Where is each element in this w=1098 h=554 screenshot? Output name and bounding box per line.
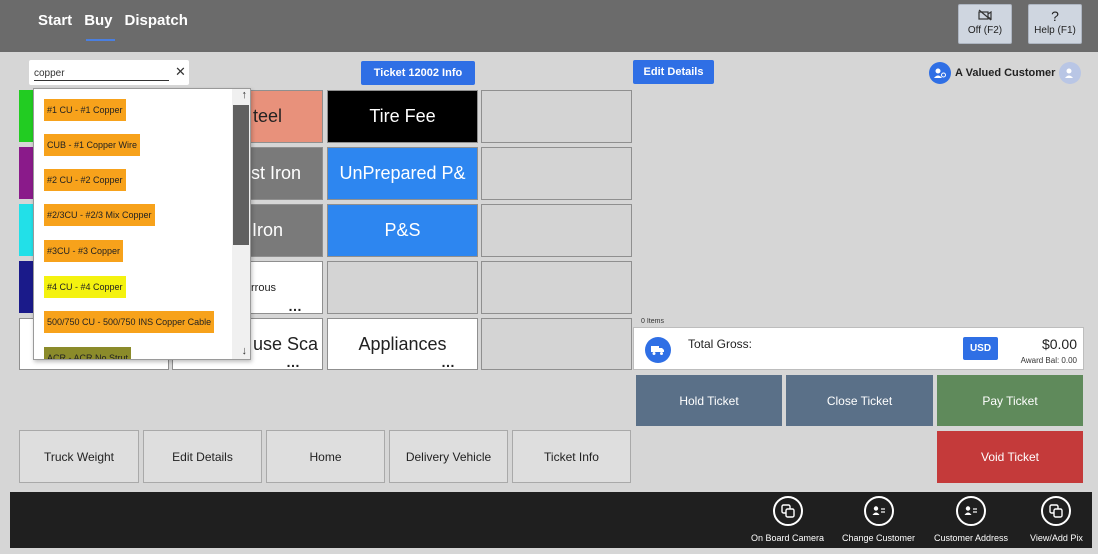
delivery-vehicle-button[interactable]: Delivery Vehicle	[389, 430, 508, 483]
tab-dispatch[interactable]: Dispatch	[125, 12, 188, 37]
change-customer-label: Change Customer	[842, 533, 916, 543]
ticket-info-button[interactable]: Ticket 12002 Info	[361, 61, 475, 85]
tile-appliances[interactable]: Appliances…	[327, 318, 478, 370]
tile-empty-6[interactable]	[481, 318, 632, 370]
tile-empty-4[interactable]	[327, 261, 478, 314]
pay-ticket-button[interactable]: Pay Ticket	[937, 375, 1083, 426]
product-search: ✕	[29, 60, 189, 85]
tile-empty-1[interactable]	[481, 90, 632, 143]
customer-address-button[interactable]: Customer Address	[934, 496, 1008, 543]
void-ticket-button[interactable]: Void Ticket	[937, 431, 1083, 483]
total-amount: $0.00	[1041, 336, 1077, 352]
tile-empty-5[interactable]	[481, 261, 632, 314]
edit-details-button[interactable]: Edit Details	[143, 430, 262, 483]
off-button-label: Off (F2)	[967, 25, 1003, 36]
main-nav: Start Buy Dispatch	[38, 12, 188, 41]
tile-steel-label: teel	[253, 106, 283, 126]
result-item[interactable]: #2/3CU - #2/3 Mix Copper	[44, 204, 155, 226]
currency-button[interactable]: USD	[963, 337, 998, 360]
customer-info[interactable]: A Valued Customer	[929, 62, 1082, 84]
total-gross-label: Total Gross:	[688, 337, 753, 351]
camera-off-icon	[959, 7, 1011, 25]
tile-nonferrous-label: rrous	[251, 281, 277, 294]
tile-appliances-label: Appliances	[358, 333, 447, 354]
tile-tire-fee-label: Tire Fee	[369, 106, 436, 126]
result-item[interactable]: #3CU - #3 Copper	[44, 240, 124, 262]
customer-edit-icon[interactable]	[1059, 62, 1082, 84]
result-item[interactable]: 500/750 CU - 500/750 INS Copper Cable	[44, 311, 215, 333]
off-button[interactable]: Off (F2)	[958, 4, 1012, 44]
edit-details-top-button[interactable]: Edit Details	[633, 60, 714, 84]
view-add-pix-label: View/Add Pix	[1030, 533, 1083, 543]
total-gross-panel: Total Gross: USD $0.00 Award Bal: 0.00	[633, 327, 1084, 370]
help-button-label: Help (F1)	[1034, 25, 1076, 36]
result-item[interactable]: CUB - #1 Copper Wire	[44, 134, 141, 156]
top-bar: Start Buy Dispatch Off (F2) ? Help (F1)	[0, 0, 1098, 52]
tab-buy[interactable]: Buy	[84, 12, 115, 41]
truck-icon[interactable]	[645, 337, 671, 363]
tile-unprepared-label: UnPrepared P&	[339, 163, 466, 183]
dropdown-scrollbar[interactable]: ↑ ↓	[232, 89, 250, 359]
person-list-icon	[956, 496, 987, 526]
tile-ps-label: P&S	[384, 220, 421, 240]
tile-ps[interactable]: P&S	[327, 204, 478, 257]
scroll-down-icon[interactable]: ↓	[242, 345, 248, 357]
scroll-up-icon[interactable]: ↑	[242, 89, 248, 101]
scroll-thumb[interactable]	[233, 105, 249, 245]
tile-tire-fee[interactable]: Tire Fee	[327, 90, 478, 143]
tile-house-scale-more-icon: …	[286, 354, 300, 370]
tab-start[interactable]: Start	[38, 12, 72, 37]
truck-weight-button[interactable]: Truck Weight	[19, 430, 139, 483]
hold-ticket-button[interactable]: Hold Ticket	[636, 375, 782, 426]
on-board-camera-label: On Board Camera	[751, 533, 825, 543]
camera-copy-icon	[772, 496, 803, 526]
copy-icon	[1041, 496, 1072, 526]
close-ticket-button[interactable]: Close Ticket	[786, 375, 933, 426]
result-item[interactable]: #2 CU - #2 Copper	[44, 169, 126, 191]
result-item[interactable]: ACR - ACR No Strut	[44, 347, 132, 359]
tile-iron-label: Iron	[252, 220, 284, 240]
tile-empty-2[interactable]	[481, 147, 632, 200]
ticket-lines-area	[633, 86, 1084, 321]
tile-nonferrous-more-icon: …	[288, 298, 302, 314]
result-item[interactable]: #1 CU - #1 Copper	[44, 99, 126, 121]
customer-name: A Valued Customer	[955, 67, 1056, 79]
customer-search-icon[interactable]	[929, 62, 951, 84]
tile-unprepared[interactable]: UnPrepared P&	[327, 147, 478, 200]
help-button[interactable]: ? Help (F1)	[1028, 4, 1082, 44]
change-customer-button[interactable]: Change Customer	[842, 496, 915, 543]
question-icon: ?	[1051, 8, 1059, 24]
search-input[interactable]	[34, 66, 169, 81]
clear-search-icon[interactable]: ✕	[175, 64, 186, 80]
home-button[interactable]: Home	[266, 430, 385, 483]
tile-empty-3[interactable]	[481, 204, 632, 257]
tile-house-scale-label: use Sca	[253, 333, 319, 354]
on-board-camera-button[interactable]: On Board Camera	[751, 496, 824, 543]
items-count: 0 Items	[641, 318, 664, 325]
result-item[interactable]: #4 CU - #4 Copper	[44, 276, 126, 298]
bottom-toolbar: On Board Camera Change Customer Customer…	[10, 492, 1092, 548]
view-add-pix-button[interactable]: View/Add Pix	[1030, 496, 1083, 543]
customer-address-label: Customer Address	[934, 533, 1009, 543]
tile-appliances-more-icon: …	[441, 354, 455, 370]
ticket-info-bottom-button[interactable]: Ticket Info	[512, 430, 631, 483]
search-results-dropdown[interactable]: #1 CU - #1 Copper CUB - #1 Copper Wire #…	[33, 88, 251, 360]
person-list-icon	[863, 496, 894, 526]
award-balance: Award Bal: 0.00	[1020, 356, 1077, 365]
